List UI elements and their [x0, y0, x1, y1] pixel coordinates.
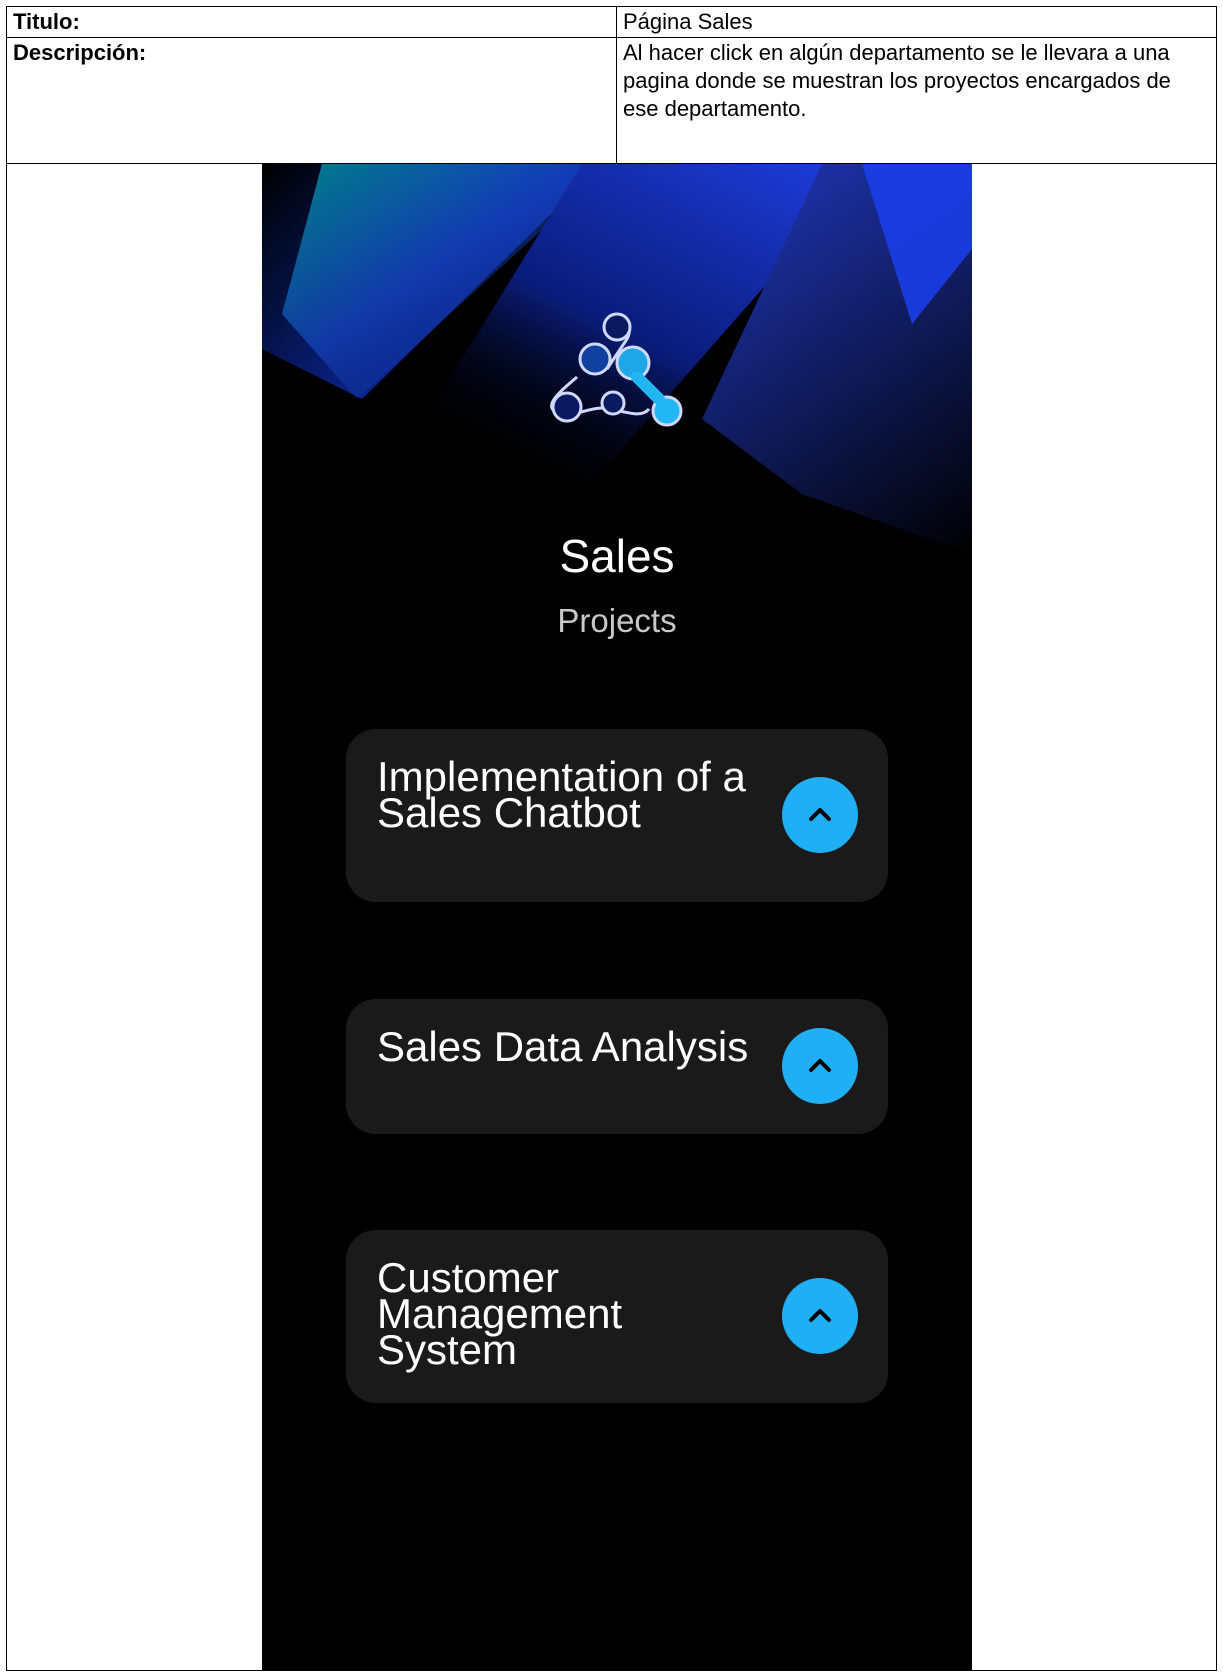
- project-card-label: Sales Data Analysis: [377, 1023, 749, 1070]
- expand-project-button[interactable]: [782, 1028, 858, 1104]
- project-card-label: Customer Management System: [377, 1254, 623, 1373]
- project-card-sales-data-analysis[interactable]: Sales Data Analysis: [346, 999, 888, 1134]
- title-row: Titulo: Página Sales: [6, 6, 1217, 38]
- phone-screen: Sales Projects Implementation of a Sales…: [262, 164, 972, 1671]
- chevron-up-icon: [809, 808, 831, 821]
- page-title: Sales: [559, 530, 675, 582]
- description-value: Al hacer click en algún departamento se …: [616, 37, 1217, 164]
- title-value: Página Sales: [616, 6, 1217, 38]
- spec-table: Titulo: Página Sales Descripción: Al hac…: [6, 6, 1217, 1671]
- expand-project-button[interactable]: [782, 1278, 858, 1354]
- project-card-sales-chatbot[interactable]: Implementation of a Sales Chatbot: [346, 729, 888, 902]
- screenshot-cell: Sales Projects Implementation of a Sales…: [6, 163, 1217, 1671]
- page-subtitle: Projects: [557, 602, 677, 639]
- chevron-up-icon: [809, 1059, 831, 1072]
- screenshot-row: Sales Projects Implementation of a Sales…: [6, 163, 1217, 1671]
- title-label: Titulo:: [6, 6, 617, 38]
- chevron-up-icon: [809, 1309, 831, 1322]
- molecule-logo-icon: [550, 312, 683, 427]
- expand-project-button[interactable]: [782, 777, 858, 853]
- description-label: Descripción:: [6, 37, 617, 164]
- description-row: Descripción: Al hacer click en algún dep…: [6, 37, 1217, 164]
- project-card-customer-management[interactable]: Customer Management System: [346, 1230, 888, 1403]
- project-card-label: Implementation of a Sales Chatbot: [377, 753, 746, 836]
